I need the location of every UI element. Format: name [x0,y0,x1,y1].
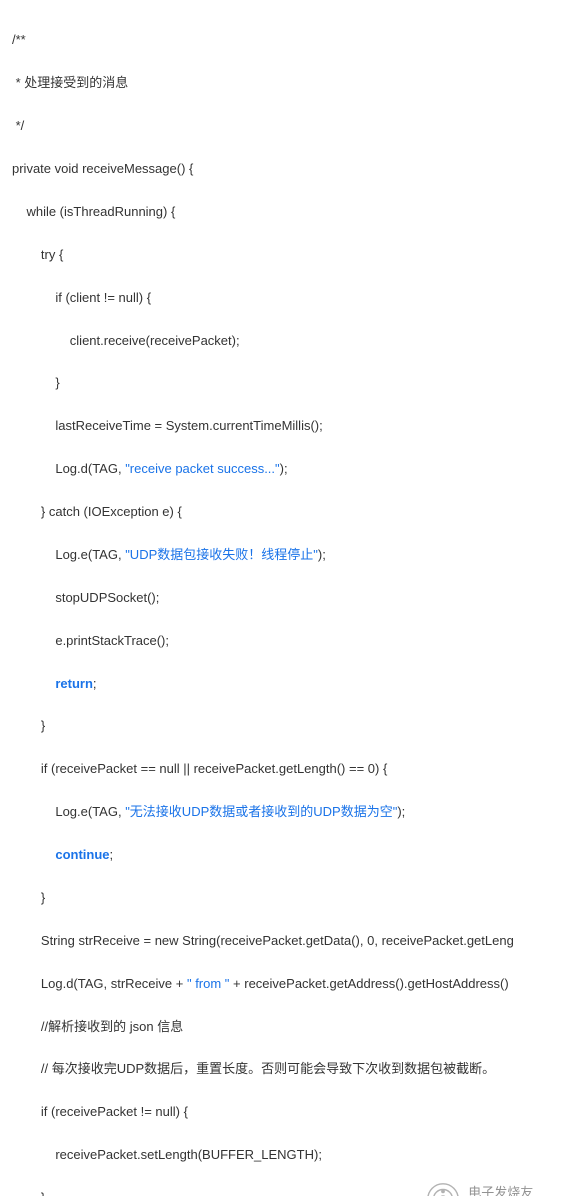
code-text: ); [280,461,288,476]
code-line: if (receivePacket == null || receivePack… [12,758,549,779]
code-line: e.printStackTrace(); [12,630,549,651]
code-block: /** * 处理接受到的消息 */ private void receiveMe… [12,8,549,1196]
code-line: Log.e(TAG, "无法接收UDP数据或者接收到的UDP数据为空"); [12,801,549,822]
watermark-text: 电子发烧友 www.elecfans.com [468,1185,551,1196]
code-keyword: continue [55,847,109,862]
watermark: 电子发烧友 www.elecfans.com [424,1180,551,1196]
code-line: if (receivePacket != null) { [12,1101,549,1122]
code-text: ; [93,676,97,691]
code-line: /** [12,29,549,50]
code-string: " from " [187,976,229,991]
code-text: ; [110,847,114,862]
code-line: } [12,887,549,908]
code-line: try { [12,244,549,265]
code-line: Log.d(TAG, "receive packet success..."); [12,458,549,479]
code-line: Log.e(TAG, "UDP数据包接收失败！线程停止"); [12,544,549,565]
code-line: client.receive(receivePacket); [12,330,549,351]
code-text: Log.e(TAG, [12,804,125,819]
code-string: "receive packet success..." [125,461,279,476]
code-line: if (client != null) { [12,287,549,308]
watermark-cn-label: 电子发烧友 [468,1185,551,1196]
watermark-logo-icon [424,1180,462,1196]
code-line: } [12,372,549,393]
code-line: String strReceive = new String(receivePa… [12,930,549,951]
code-line: continue; [12,844,549,865]
code-line: while (isThreadRunning) { [12,201,549,222]
code-text: Log.d(TAG, [12,461,125,476]
code-line: } catch (IOException e) { [12,501,549,522]
code-line: */ [12,115,549,136]
code-line: private void receiveMessage() { [12,158,549,179]
code-line: receivePacket.setLength(BUFFER_LENGTH); [12,1144,549,1165]
code-text [12,676,55,691]
code-line: } [12,715,549,736]
code-keyword: return [55,676,93,691]
code-text: ); [318,547,326,562]
code-line: * 处理接受到的消息 [12,72,549,93]
code-line: return; [12,673,549,694]
code-text: Log.e(TAG, [12,547,125,562]
code-text: ); [397,804,405,819]
code-string: "UDP数据包接收失败！线程停止" [125,547,318,562]
code-text [12,847,55,862]
code-line: //解析接收到的 json 信息 [12,1016,549,1037]
code-text: Log.d(TAG, strReceive + [12,976,187,991]
code-line: // 每次接收完UDP数据后，重置长度。否则可能会导致下次收到数据包被截断。 [12,1058,549,1079]
code-string: "无法接收UDP数据或者接收到的UDP数据为空" [125,804,397,819]
code-line: Log.d(TAG, strReceive + " from " + recei… [12,973,549,994]
code-line: lastReceiveTime = System.currentTimeMill… [12,415,549,436]
code-text: + receivePacket.getAddress().getHostAddr… [229,976,508,991]
